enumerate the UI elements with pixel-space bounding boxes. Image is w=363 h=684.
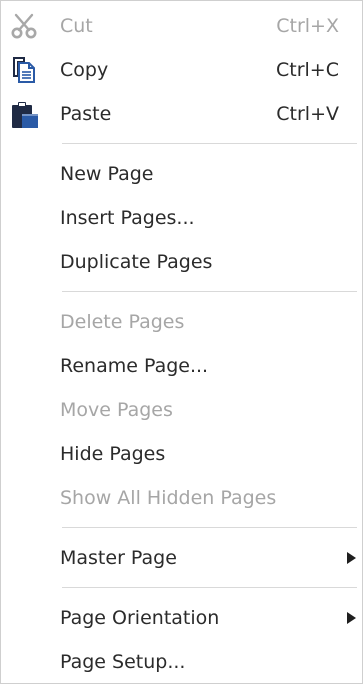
menu-item-delete-pages[interactable]: Delete Pages <box>2 300 361 344</box>
submenu-arrow-icon <box>347 612 356 624</box>
menu-item-label: Duplicate Pages <box>60 251 213 273</box>
menu-separator <box>62 527 357 528</box>
copy-icon <box>10 56 38 84</box>
menu-item-shortcut: Ctrl+V <box>276 103 339 125</box>
menu-item-page-setup[interactable]: Page Setup... <box>2 640 361 684</box>
menu-item-page-orientation[interactable]: Page Orientation <box>2 596 361 640</box>
menu-item-insert-pages[interactable]: Insert Pages... <box>2 196 361 240</box>
menu-separator <box>62 291 357 292</box>
menu-item-label: Cut <box>60 15 93 37</box>
menu-item-label: Page Setup... <box>60 651 186 673</box>
menu-item-paste[interactable]: Paste Ctrl+V <box>2 92 361 136</box>
menu-item-label: Rename Page... <box>60 355 209 377</box>
menu-item-duplicate-pages[interactable]: Duplicate Pages <box>2 240 361 284</box>
menu-item-master-page[interactable]: Master Page <box>2 536 361 580</box>
menu-item-cut[interactable]: Cut Ctrl+X <box>2 4 361 48</box>
menu-item-label: Page Orientation <box>60 607 220 629</box>
submenu-arrow-icon <box>347 552 356 564</box>
menu-item-copy[interactable]: Copy Ctrl+C <box>2 48 361 92</box>
menu-item-label: Paste <box>60 103 112 125</box>
menu-item-label: Move Pages <box>60 399 173 421</box>
menu-item-label: Master Page <box>60 547 177 569</box>
scissors-icon <box>10 12 38 40</box>
paste-icon <box>10 100 38 128</box>
menu-item-label: Insert Pages... <box>60 207 195 229</box>
menu-item-shortcut: Ctrl+X <box>276 15 339 37</box>
menu-item-label: New Page <box>60 163 154 185</box>
menu-item-label: Copy <box>60 59 109 81</box>
menu-item-shortcut: Ctrl+C <box>276 59 339 81</box>
menu-item-label: Show All Hidden Pages <box>60 487 277 509</box>
menu-separator <box>62 587 357 588</box>
menu-item-show-all-hidden-pages[interactable]: Show All Hidden Pages <box>2 476 361 520</box>
menu-item-label: Hide Pages <box>60 443 166 465</box>
menu-item-new-page[interactable]: New Page <box>2 152 361 196</box>
menu-item-hide-pages[interactable]: Hide Pages <box>2 432 361 476</box>
menu-item-label: Delete Pages <box>60 311 185 333</box>
menu-item-rename-page[interactable]: Rename Page... <box>2 344 361 388</box>
context-menu: Cut Ctrl+X Copy Ctrl+C Paste Ctrl+V New … <box>0 0 363 684</box>
menu-item-move-pages[interactable]: Move Pages <box>2 388 361 432</box>
menu-separator <box>62 143 357 144</box>
